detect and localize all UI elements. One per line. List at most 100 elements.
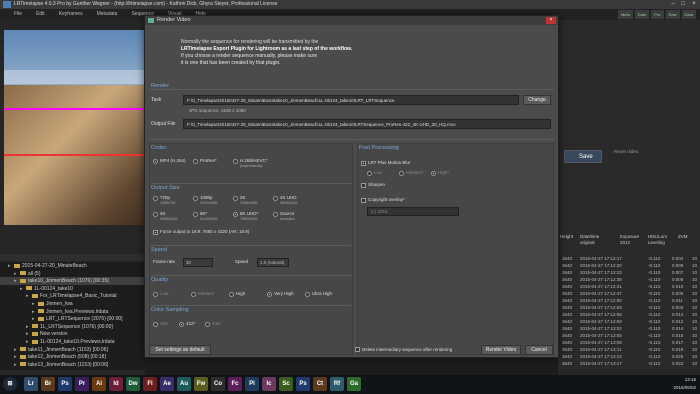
motion-blur-radio[interactable] xyxy=(367,171,372,176)
app-ga-icon[interactable]: Ga xyxy=(347,377,361,391)
minimize-icon[interactable]: – xyxy=(668,0,678,9)
tree-row-label: New version xyxy=(40,331,68,338)
column-header[interactable]: Exposure 2012 xyxy=(620,234,648,246)
tree-row[interactable]: ▸ take13_JinmenBeach (1153) [00:06] xyxy=(0,361,145,369)
app-ct-icon[interactable]: Ct xyxy=(313,377,327,391)
sharpen-checkbox[interactable] xyxy=(361,183,366,188)
app-rf-icon[interactable]: Rf xyxy=(330,377,344,391)
column-header[interactable]: HDL/Lum Leveling xyxy=(648,234,676,246)
folder-icon xyxy=(20,362,26,367)
quality-label: Medium xyxy=(198,291,215,296)
app-ic-icon[interactable]: Ic xyxy=(262,377,276,391)
toolbar-pills: Meta Dark Pro Raw Data xyxy=(617,10,696,19)
quality-radio[interactable] xyxy=(229,292,234,297)
tree-row-label: all (5) xyxy=(28,270,41,277)
tree-row-label: 2015-04-27-20_MinuteBeach xyxy=(22,263,87,269)
copyright-field[interactable]: (c) 2015 xyxy=(367,207,459,216)
change-button[interactable]: Change xyxy=(523,95,551,105)
app-ai-icon[interactable]: Ai xyxy=(92,377,106,391)
app-co-icon[interactable]: Co xyxy=(211,377,225,391)
quality-radio[interactable] xyxy=(305,292,310,297)
color-sampling-radio[interactable] xyxy=(153,322,158,327)
codec-radio[interactable] xyxy=(193,159,198,164)
toolbar-pill[interactable]: Data xyxy=(681,10,696,19)
app-id-icon[interactable]: Id xyxy=(109,377,123,391)
reset-video-button[interactable]: Reset Video xyxy=(614,149,644,155)
app-title: LRTimelapse 4.0.3 Pro by Gunther Wegner … xyxy=(0,0,700,9)
maximize-icon[interactable]: □ xyxy=(678,0,688,9)
toolbar-pill[interactable]: Meta xyxy=(617,10,633,19)
start-button-icon[interactable]: ⊞ xyxy=(3,377,17,391)
save-button[interactable]: Save xyxy=(564,150,602,163)
filmstrip xyxy=(145,357,558,375)
taskbar: ⊞ Lr Br Ps Pr Ai Id Dw Fl Ae Au Fw Co Fc Pl Ic Sc Ps Ct Rf… xyxy=(0,375,700,394)
app-fw-icon[interactable]: Fw xyxy=(194,377,208,391)
color-sampling-radio[interactable] xyxy=(205,322,210,327)
folder-icon xyxy=(32,339,38,344)
task-field[interactable]: F:\0_Timelapse\20150427-28_MinamiBoso\ta… xyxy=(183,95,519,105)
copyright-checkbox[interactable] xyxy=(361,198,366,203)
folder-icon xyxy=(38,301,44,306)
quality-radio[interactable] xyxy=(267,292,272,297)
codec-radio[interactable] xyxy=(153,159,158,164)
frame-rate-select[interactable]: 30 xyxy=(183,258,213,267)
table-cell: 10 xyxy=(692,361,698,366)
app-fc-icon[interactable]: Fc xyxy=(228,377,242,391)
intro-line-1: Normally the sequence for rendering will… xyxy=(181,39,319,45)
app-pr-icon[interactable]: Pr xyxy=(75,377,89,391)
motion-blur-radio[interactable] xyxy=(399,171,404,176)
menu-item[interactable]: Keyframes xyxy=(59,9,83,20)
output-size-radio[interactable] xyxy=(193,196,198,201)
app-pl-icon[interactable]: Pl xyxy=(245,377,259,391)
codec-radio[interactable] xyxy=(233,159,238,164)
color-sampling-label: 422* xyxy=(186,321,196,326)
app-ae-icon[interactable]: Ae xyxy=(160,377,174,391)
set-default-button[interactable]: Set settings as default xyxy=(149,345,211,355)
output-size-radio[interactable] xyxy=(273,212,278,217)
column-header[interactable]: Date/time original xyxy=(580,234,608,246)
table-row[interactable]: 3640 2015-04-27 17:13:17 -0.110 0.022 10 xyxy=(560,360,700,368)
dialog-close-icon[interactable]: × xyxy=(546,17,556,24)
app-lr-icon[interactable]: Lr xyxy=(24,377,38,391)
folder-tree[interactable]: ▸ 2015-04-27-20_MinuteBeach ▸ all (5) ▸ take1… xyxy=(0,262,145,370)
divider xyxy=(149,89,554,90)
app-br-icon[interactable]: Br xyxy=(41,377,55,391)
output-size-radio[interactable] xyxy=(193,212,198,217)
force-output-checkbox[interactable] xyxy=(153,230,158,235)
motion-blur-checkbox[interactable] xyxy=(361,161,366,166)
toolbar-pill[interactable]: Dark xyxy=(634,10,650,19)
app-ps-icon[interactable]: Ps xyxy=(58,377,72,391)
app-fl-icon[interactable]: Fl xyxy=(143,377,157,391)
delete-sequence-checkbox[interactable] xyxy=(355,347,360,352)
output-size-sublabel: 1920x1080 xyxy=(200,201,218,205)
output-size-radio[interactable] xyxy=(233,212,238,217)
motion-blur-radio[interactable] xyxy=(431,171,436,176)
quality-radio[interactable] xyxy=(191,292,196,297)
close-icon[interactable]: × xyxy=(689,0,699,9)
quality-label: High xyxy=(236,291,246,296)
quality-radio[interactable] xyxy=(153,292,158,297)
menu-item[interactable]: Metadata xyxy=(97,9,118,20)
app-ps-icon[interactable]: Ps xyxy=(296,377,310,391)
output-size-radio[interactable] xyxy=(153,212,158,217)
render-video-button[interactable]: Render Video xyxy=(481,345,521,355)
app-sc-icon[interactable]: Sc xyxy=(279,377,293,391)
system-clock[interactable]: 13:16 2015/05/02 xyxy=(673,376,696,392)
tree-header xyxy=(0,254,145,261)
app-au-icon[interactable]: Au xyxy=(177,377,191,391)
toolbar-pill[interactable]: Raw xyxy=(665,10,680,19)
clock-date: 2015/05/02 xyxy=(673,385,696,390)
menu-item[interactable]: File xyxy=(14,9,22,20)
output-size-radio[interactable] xyxy=(273,196,278,201)
app-dw-icon[interactable]: Dw xyxy=(126,377,140,391)
motion-blur-option-label: Low xyxy=(374,170,383,175)
output-file-field[interactable]: F:\0_Timelapse\20150427-28_MinamiBoso\ta… xyxy=(183,119,551,129)
toolbar-pill[interactable]: Pro xyxy=(651,10,664,19)
speed-select[interactable]: 1.0 (natural) xyxy=(257,258,289,267)
cancel-button[interactable]: Cancel xyxy=(525,345,553,355)
output-size-radio[interactable] xyxy=(153,196,158,201)
menu-item[interactable]: Edit xyxy=(36,9,45,20)
color-sampling-radio[interactable] xyxy=(179,322,184,327)
column-header[interactable]: ZVM xyxy=(678,234,698,240)
output-size-radio[interactable] xyxy=(233,196,238,201)
